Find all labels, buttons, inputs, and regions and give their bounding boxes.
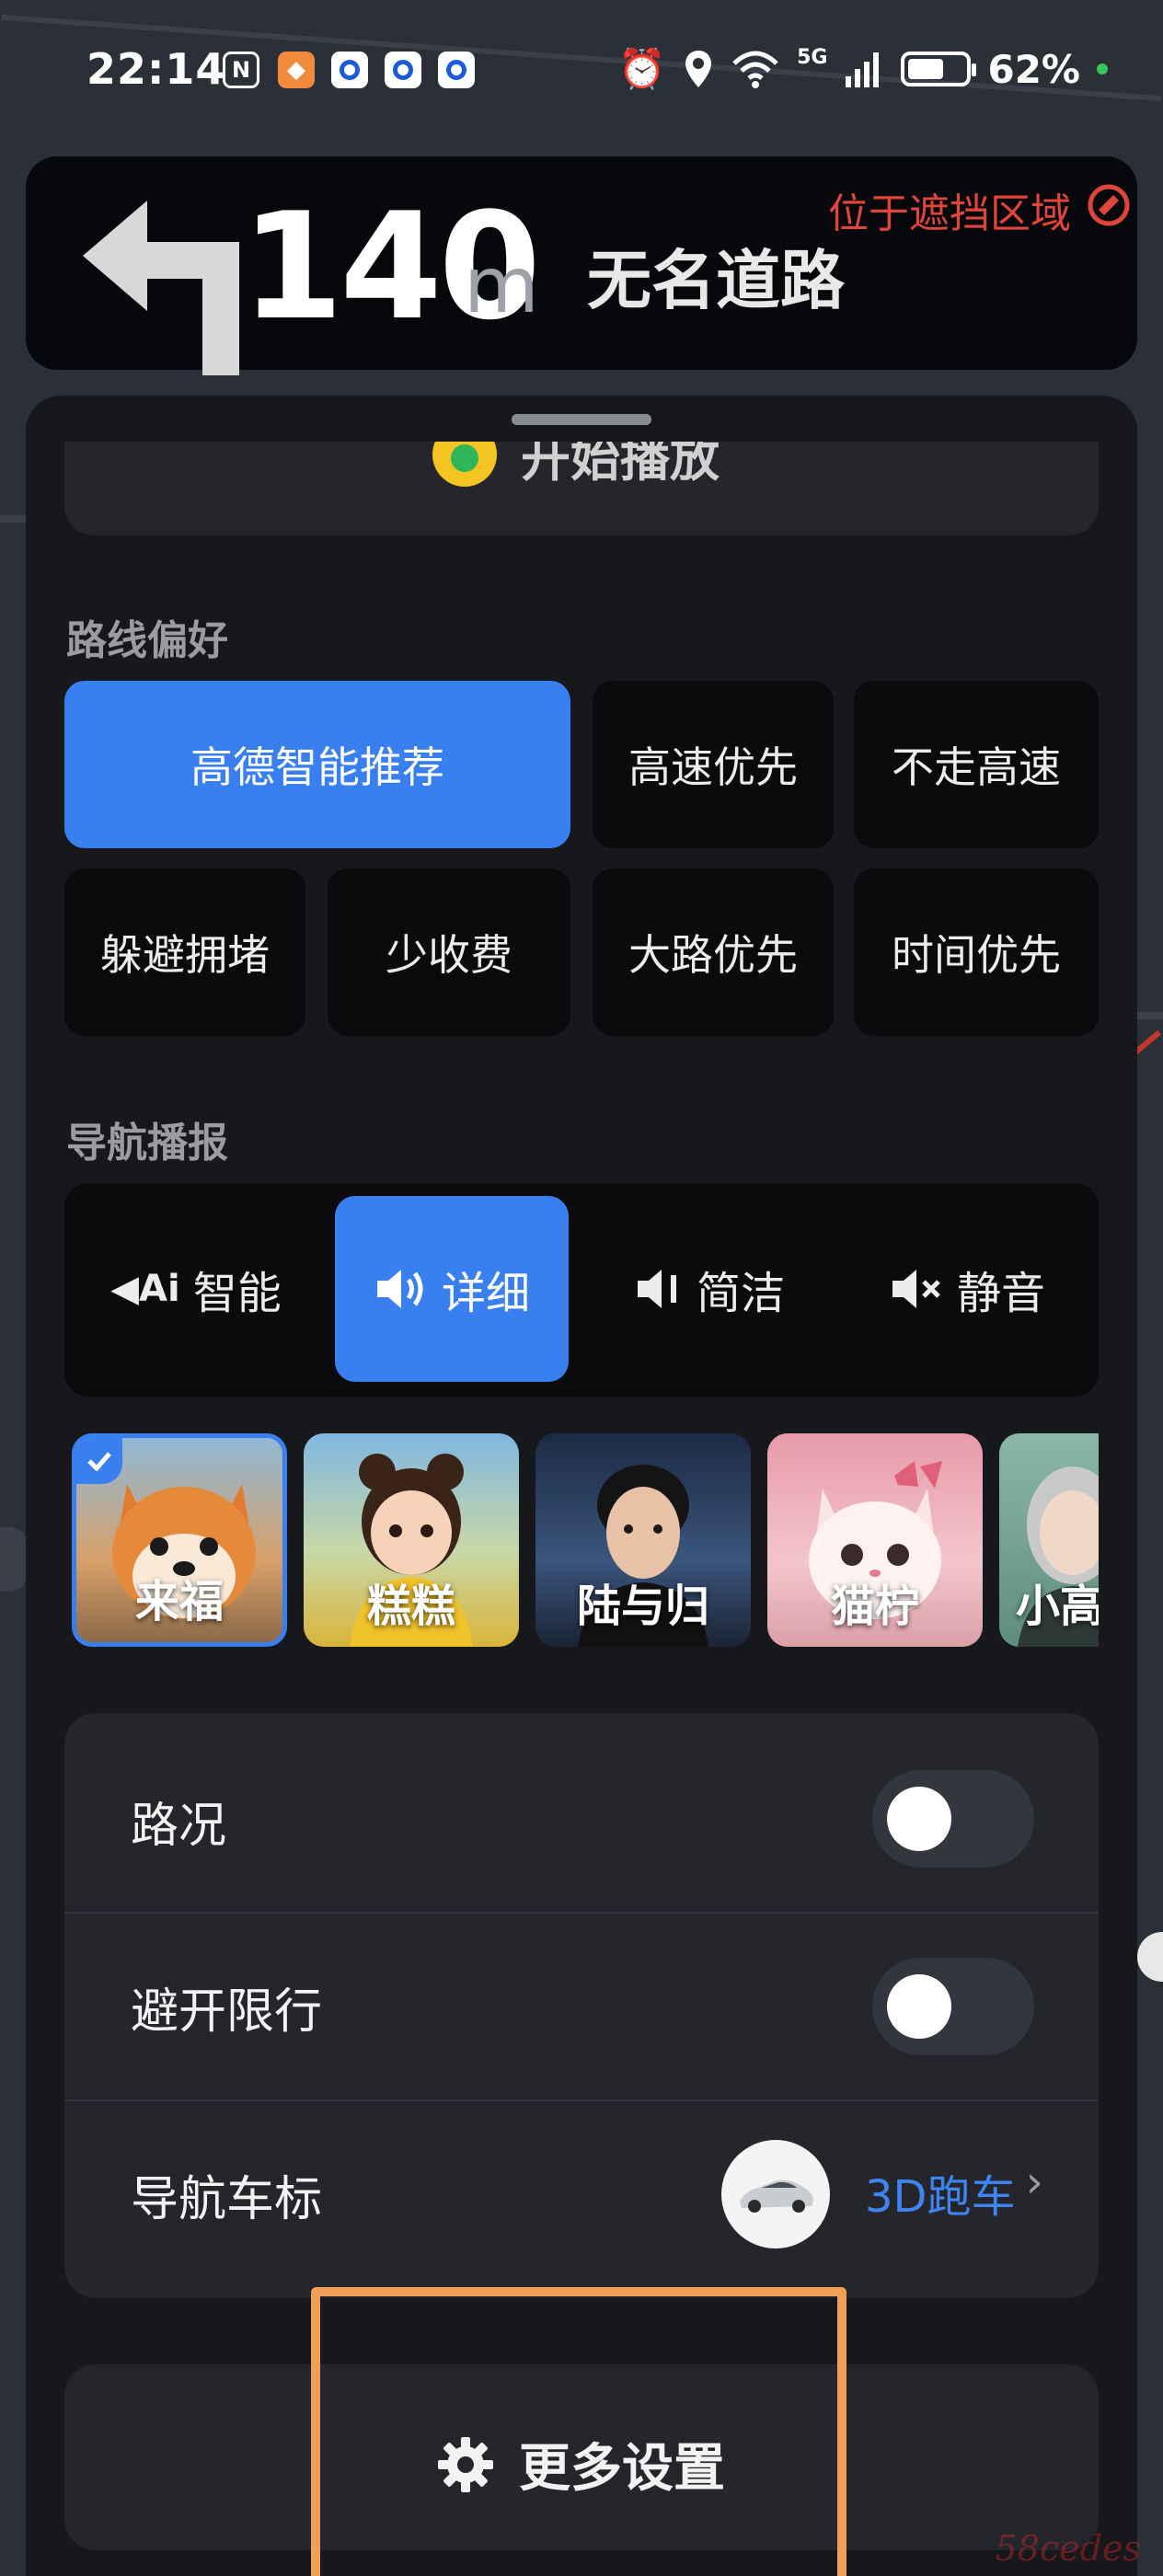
chevron-right-icon: ›	[1025, 2156, 1043, 2208]
battery-fill	[908, 59, 943, 79]
setting-row-avoid-restriction[interactable]: 避开限行	[64, 1912, 1099, 2099]
broadcast-mode-label: 静音	[956, 1268, 1045, 1319]
broadcast-mode-selector: ◀Ai 智能 详细 简洁 静音	[64, 1183, 1099, 1397]
route-option-label: 高速优先	[628, 742, 798, 792]
drag-handle[interactable]	[512, 414, 651, 425]
voice-avatar-laifu[interactable]: 来福	[72, 1433, 287, 1647]
route-option-avoid-highway[interactable]: 不走高速	[854, 681, 1099, 848]
broadcast-mode-mute[interactable]: 静音	[848, 1196, 1086, 1382]
app-circle-icon	[385, 52, 421, 88]
route-option-avoid-congestion[interactable]: 躲避拥堵	[64, 868, 305, 1036]
app-circle-icon	[438, 52, 475, 88]
start-broadcast-card[interactable]: 开始播放	[64, 442, 1099, 535]
music-note-icon	[432, 442, 497, 487]
voice-avatar-label: 猫柠	[830, 1581, 919, 1632]
vehicle-icon-value: 3D跑车	[865, 2171, 1016, 2223]
voice-avatar-list: 来福 糕糕 陆与归 猫柠 小高	[72, 1433, 1099, 1650]
route-option-smart-recommend[interactable]: 高德智能推荐	[64, 681, 570, 848]
gps-warning-text: 位于遮挡区域	[828, 190, 1071, 237]
satellite-warning-icon	[1088, 184, 1130, 226]
route-option-label: 少收费	[386, 930, 512, 980]
broadcast-mode-label: 简洁	[696, 1268, 785, 1319]
setting-row-traffic[interactable]: 路况	[64, 1713, 1099, 1901]
route-option-time-first[interactable]: 时间优先	[854, 868, 1099, 1036]
map-marker	[1137, 1932, 1163, 1982]
speaker-low-icon	[637, 1270, 676, 1308]
map-marker	[0, 1527, 28, 1592]
route-option-label: 不走高速	[892, 742, 1061, 792]
signal-icon	[846, 52, 880, 87]
road-name: 无名道路	[587, 243, 845, 318]
sports-car-icon	[740, 2179, 813, 2213]
nfc-icon: N	[223, 52, 259, 88]
quick-settings-card: 路况 避开限行 导航车标 3D跑车 ›	[64, 1713, 1099, 2298]
location-icon	[685, 51, 712, 87]
battery-percent: 62%	[987, 46, 1080, 92]
map-road	[1137, 1012, 1163, 1019]
voice-avatar-maoning[interactable]: 猫柠	[767, 1433, 983, 1647]
broadcast-mode-detailed[interactable]: 详细	[335, 1196, 569, 1382]
setting-label-avoid-restriction: 避开限行	[131, 1984, 323, 2040]
route-option-highway-first[interactable]: 高速优先	[593, 681, 834, 848]
battery-icon	[901, 52, 977, 86]
route-option-main-road[interactable]: 大路优先	[593, 868, 834, 1036]
voice-avatar-xiaogao[interactable]: 小高	[999, 1433, 1099, 1647]
highlight-annotation-box	[311, 2287, 846, 2576]
route-option-label: 躲避拥堵	[100, 930, 270, 980]
status-bar: 22:14 N ◆ ⏰ 5G 62%	[0, 0, 1163, 147]
start-broadcast-row: 开始播放	[432, 442, 720, 490]
broadcast-mode-concise[interactable]: 简洁	[589, 1196, 830, 1382]
start-broadcast-label: 开始播放	[521, 442, 720, 488]
selected-check-icon	[76, 1438, 122, 1484]
voice-avatar-label: 来福	[134, 1576, 224, 1627]
broadcast-mode-smart[interactable]: ◀Ai 智能	[77, 1196, 315, 1382]
avoid-restriction-toggle[interactable]	[872, 1958, 1034, 2055]
voice-avatar-luyugui[interactable]: 陆与归	[535, 1433, 751, 1647]
route-option-label: 时间优先	[892, 930, 1061, 980]
turn-left-arrow-icon	[83, 201, 239, 375]
traffic-toggle[interactable]	[872, 1770, 1034, 1868]
voice-avatar-label: 陆与归	[576, 1581, 709, 1632]
distance-unit: m	[464, 240, 539, 330]
route-option-label: 高德智能推荐	[190, 742, 444, 792]
setting-label-vehicle-icon: 导航车标	[131, 2172, 323, 2227]
speaker-ai-icon: ◀Ai	[110, 1268, 180, 1310]
car-model-thumbnail	[721, 2140, 830, 2248]
map-route-line	[1134, 1029, 1161, 1055]
app-circle-icon	[331, 52, 368, 88]
broadcast-mode-label: 详细	[441, 1268, 530, 1319]
voice-avatar-gaogao[interactable]: 糕糕	[304, 1433, 519, 1647]
app-shield-icon: ◆	[278, 52, 315, 88]
status-right-group: ⏰ 5G 62%	[618, 46, 1108, 92]
voice-avatar-label: 糕糕	[366, 1581, 455, 1632]
speaker-loud-icon	[376, 1270, 423, 1308]
voice-avatar-label: 小高	[1016, 1581, 1099, 1632]
route-preference-title: 路线偏好	[66, 617, 228, 664]
network-type: 5G	[797, 46, 828, 69]
status-time: 22:14	[86, 44, 226, 94]
voice-broadcast-title: 导航播报	[66, 1120, 228, 1167]
route-option-less-toll[interactable]: 少收费	[328, 868, 570, 1036]
route-option-label: 大路优先	[628, 930, 798, 980]
wifi-icon	[732, 51, 778, 88]
toggle-knob	[887, 1787, 951, 1851]
setting-row-vehicle-icon[interactable]: 导航车标 3D跑车 ›	[64, 2099, 1099, 2287]
setting-label-traffic: 路况	[131, 1799, 227, 1854]
toggle-knob	[887, 1974, 951, 2039]
speaker-mute-icon	[892, 1270, 940, 1308]
broadcast-mode-label: 智能	[192, 1268, 282, 1319]
privacy-indicator-dot	[1097, 63, 1108, 75]
watermark: 58cedes	[995, 2528, 1141, 2569]
alarm-icon: ⏰	[617, 46, 667, 91]
